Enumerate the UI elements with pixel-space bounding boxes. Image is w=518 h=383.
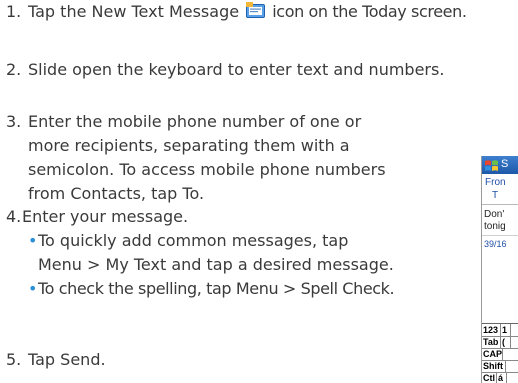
windows-flag-icon <box>484 158 499 172</box>
new-text-message-icon <box>246 2 266 19</box>
step-2: 2. Slide open the keyboard to enter text … <box>6 58 444 82</box>
keyboard-row: Ctl á <box>482 372 518 383</box>
step-text-line: from Contacts, tap To. <box>28 184 205 203</box>
key-123[interactable]: 123 <box>482 324 501 336</box>
key-a-acute[interactable]: á <box>497 372 507 383</box>
step-text: Enter your message. <box>22 207 189 226</box>
step-3: 3. Enter the mobile phone number of one o… <box>6 110 386 206</box>
bullet-dot-icon: • <box>28 279 38 298</box>
from-field-label[interactable]: Fron <box>485 177 506 188</box>
key-shift[interactable]: Shift <box>482 360 506 372</box>
to-field-label[interactable]: T <box>492 190 498 201</box>
divider <box>482 235 518 236</box>
divider <box>482 204 518 205</box>
bullet-text-line: Menu > My Text and tap a desired message… <box>38 255 394 274</box>
key-tab[interactable]: Tab <box>482 336 501 348</box>
step-5: 5. Tap Send. <box>6 348 106 372</box>
step-1: 1. Tap the New Text Message icon on the T… <box>6 0 467 24</box>
step-text-line: Enter the mobile phone number of one or <box>28 112 362 131</box>
step-number: 3. <box>6 112 22 131</box>
step-text: Slide open the keyboard to enter text an… <box>28 60 445 79</box>
key-1[interactable]: 1 <box>501 324 511 336</box>
bullet-item: •To check the spelling, tap Menu > Spell… <box>6 277 395 301</box>
key-ctl[interactable]: Ctl <box>482 372 497 383</box>
step-number: 5. <box>6 350 22 369</box>
message-body-line[interactable]: Don' <box>484 209 504 220</box>
step-number: 4. <box>6 207 22 226</box>
character-count: 39/16 <box>484 239 507 249</box>
bullet-dot-icon: • <box>28 231 38 250</box>
instruction-page: 1. Tap the New Text Message icon on the T… <box>0 0 518 383</box>
message-body-line[interactable]: tonig <box>484 221 506 232</box>
phone-title-bar: S <box>482 156 518 174</box>
step-number: 2. <box>6 60 22 79</box>
step-text-line: semicolon. To access mobile phone number… <box>28 160 386 179</box>
on-screen-keyboard: 123 1 Tab ( CAP Shift Ctl á <box>482 323 518 383</box>
step-text: Tap the New Text Message <box>28 2 240 21</box>
bullet-text-line: To quickly add common messages, tap <box>38 231 349 250</box>
step-number: 1. <box>6 2 22 21</box>
key-paren[interactable]: ( <box>501 336 511 348</box>
step-text-end: icon on the Today screen. <box>272 2 467 21</box>
bullet-item: •To quickly add common messages, tap <box>6 229 394 253</box>
step-text: Tap Send. <box>28 350 106 369</box>
key-caps[interactable]: CAP <box>482 348 503 360</box>
step-4: 4.Enter your message. •To quickly add co… <box>6 205 395 301</box>
phone-screenshot: S Fron T Don' tonig 39/16 123 1 Tab ( CA… <box>481 156 518 383</box>
bullet-text-line: To check the spelling, tap Menu > Spell … <box>38 279 395 298</box>
phone-title: S <box>501 158 509 170</box>
step-text-line: more recipients, separating them with a <box>28 136 350 155</box>
